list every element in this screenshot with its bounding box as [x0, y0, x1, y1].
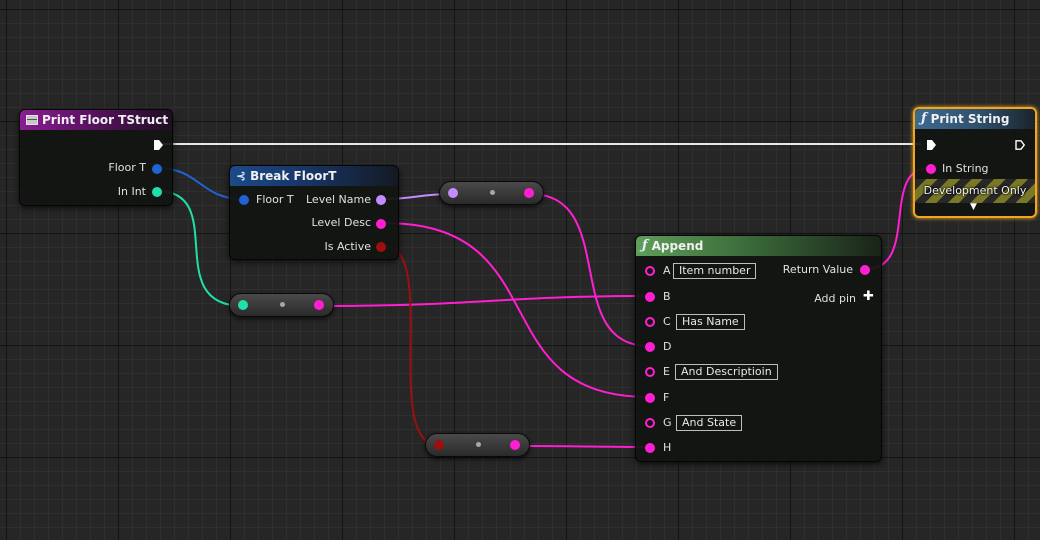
node-header: ⊰ Break FloorT	[230, 166, 398, 186]
exec-in-pin[interactable]	[926, 140, 936, 150]
pin-c-in[interactable]	[645, 317, 655, 327]
conversion-bool-to-string[interactable]	[425, 433, 530, 457]
string-out-pin[interactable]	[524, 188, 534, 198]
print-string-node[interactable]: ƒ Print String In String Development Onl…	[913, 107, 1037, 218]
pin-label-level-desc: Level Desc	[311, 216, 371, 229]
wire-level-desc-to-f	[383, 222, 650, 398]
string-out-pin[interactable]	[314, 300, 324, 310]
wire-is-active	[383, 245, 441, 447]
node-title: Print Floor TStruct	[42, 113, 169, 127]
node-title: Append	[651, 239, 704, 253]
break-floort-node[interactable]: ⊰ Break FloorT Floor T Level Name Level …	[229, 165, 399, 260]
name-in-pin[interactable]	[448, 188, 458, 198]
break-struct-icon: ⊰	[236, 169, 247, 183]
pin-label-in-int: In Int	[117, 185, 146, 198]
add-pin-label[interactable]: Add pin	[814, 292, 856, 306]
reroute-dot	[475, 442, 481, 447]
pin-e-in[interactable]	[645, 367, 655, 377]
pin-g-in[interactable]	[645, 418, 655, 428]
reroute-dot	[489, 190, 495, 195]
node-header: ƒ Print String	[915, 109, 1035, 129]
wire-name-string-to-d	[529, 193, 650, 347]
pin-label-floor-t: Floor T	[108, 161, 146, 174]
pin-h-in[interactable]	[645, 443, 655, 453]
in-string-pin[interactable]	[926, 164, 936, 174]
pin-label-is-active: Is Active	[324, 240, 372, 253]
floor-t-out-pin[interactable]	[152, 164, 162, 174]
pin-d-in[interactable]	[645, 342, 655, 352]
node-title: Break FloorT	[250, 169, 337, 183]
conversion-name-to-string[interactable]	[439, 181, 544, 205]
wire-layer	[156, 143, 930, 448]
pin-label-return-value: Return Value	[782, 263, 853, 276]
exec-out-pin[interactable]	[1015, 140, 1025, 150]
pin-label-e: E	[663, 365, 670, 378]
pin-label-level-name: Level Name	[306, 193, 371, 206]
level-desc-out-pin[interactable]	[376, 219, 386, 229]
node-title: Print String	[930, 112, 1010, 126]
print-floor-tstruct-node[interactable]: Print Floor TStruct Floor T In Int	[19, 109, 173, 206]
floor-t-in-pin[interactable]	[239, 195, 249, 205]
pin-label-g: G	[663, 416, 672, 429]
append-node[interactable]: ƒ Append A Item number Return Value Add …	[635, 235, 882, 462]
development-only-label: Development Only	[923, 184, 1027, 197]
pin-f-in[interactable]	[645, 393, 655, 403]
pin-label-floor-t: Floor T	[256, 193, 294, 206]
pin-a-value-field[interactable]: Item number	[673, 263, 757, 279]
wire-int-string-to-b	[319, 295, 650, 307]
pin-g-value-field[interactable]: And State	[676, 415, 743, 431]
pin-label-h: H	[663, 441, 672, 454]
pin-label-a: A	[663, 264, 671, 277]
pin-label-d: D	[663, 340, 672, 353]
pin-c-value-field[interactable]: Has Name	[676, 314, 745, 330]
pin-label-f: F	[663, 391, 670, 404]
string-out-pin[interactable]	[510, 440, 520, 450]
wire-bool-string-to-h	[515, 445, 650, 448]
in-int-out-pin[interactable]	[152, 187, 162, 197]
conversion-int-to-string[interactable]	[229, 293, 334, 317]
add-pin-plus-icon[interactable]: ✚	[863, 289, 874, 304]
exec-out-pin[interactable]	[153, 140, 163, 150]
is-active-out-pin[interactable]	[376, 242, 386, 252]
level-name-out-pin[interactable]	[376, 195, 386, 205]
struct-event-icon	[26, 115, 38, 125]
int-in-pin[interactable]	[238, 300, 248, 310]
reroute-dot	[279, 302, 285, 307]
function-icon: ƒ	[921, 111, 927, 126]
pin-label-c: C	[663, 315, 671, 328]
bool-in-pin[interactable]	[434, 440, 444, 450]
pin-a-in[interactable]	[645, 266, 655, 276]
return-value-out-pin[interactable]	[860, 265, 870, 275]
expand-arrow-icon[interactable]: ▼	[970, 202, 977, 212]
pin-b-in[interactable]	[645, 292, 655, 302]
node-header: ƒ Append	[636, 236, 881, 256]
pin-label-in-string: In String	[942, 162, 989, 175]
function-icon: ƒ	[642, 238, 648, 253]
node-header: Print Floor TStruct	[20, 110, 172, 130]
pin-label-b: B	[663, 290, 671, 303]
pin-e-value-field[interactable]: And Descriptioin	[675, 364, 778, 380]
